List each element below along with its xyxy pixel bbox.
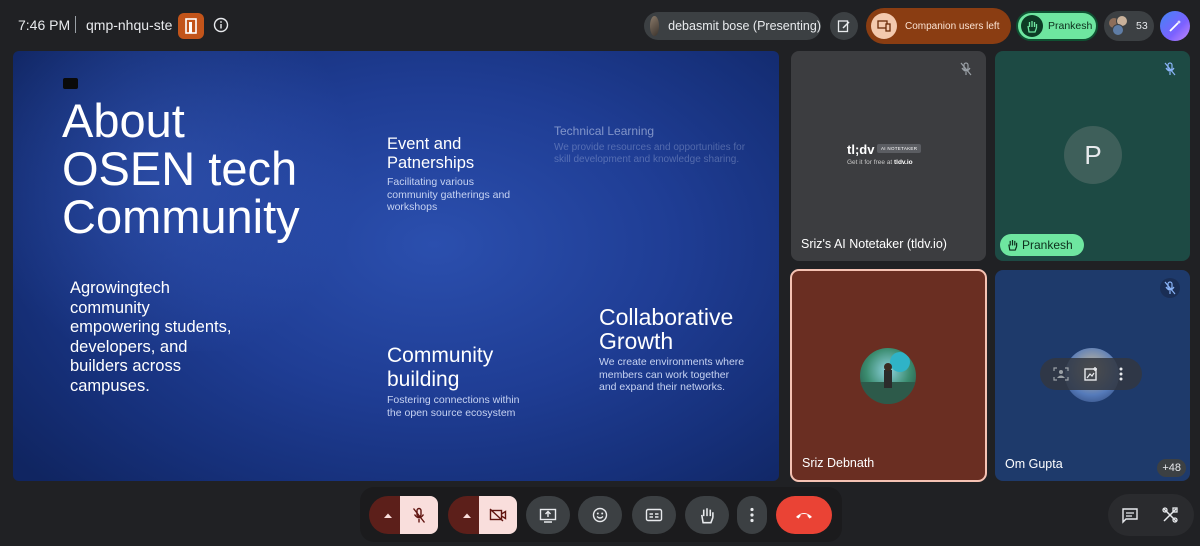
reactions-button[interactable] bbox=[578, 496, 622, 534]
door-icon[interactable] bbox=[178, 13, 204, 39]
participant-count: 53 bbox=[1136, 20, 1148, 32]
pin-tile-icon[interactable] bbox=[1079, 362, 1103, 386]
divider bbox=[75, 16, 76, 33]
more-vert-icon bbox=[750, 507, 754, 523]
info-icon[interactable] bbox=[212, 16, 230, 34]
presenter-label: debasmit bose (Presenting) bbox=[668, 19, 821, 33]
chat-icon[interactable] bbox=[1116, 501, 1144, 529]
activities-icon[interactable] bbox=[1156, 501, 1184, 529]
more-options-icon[interactable] bbox=[1109, 362, 1133, 386]
slide-subtitle: Agrowingtech community empowering studen… bbox=[70, 279, 232, 395]
top-bar: 7:46 PM qmp-nhqu-ste debasmit bose (Pres… bbox=[0, 0, 1200, 50]
tech-learning-body: We provide resources and opportunities f… bbox=[554, 142, 746, 165]
tldv-link[interactable]: tldv.io bbox=[894, 159, 913, 166]
call-controls bbox=[360, 487, 842, 542]
tldv-tagline-prefix: Get it for free at bbox=[847, 159, 893, 166]
more-participants-badge[interactable]: +48 bbox=[1157, 459, 1186, 477]
avatar: P bbox=[1064, 126, 1122, 184]
mic-off-icon bbox=[1160, 59, 1180, 79]
participant-name: Prankesh bbox=[1022, 238, 1073, 252]
gemini-sparkle-icon[interactable] bbox=[1160, 11, 1190, 41]
hand-icon bbox=[1021, 15, 1043, 37]
participant-tile-sriz[interactable]: Sriz Debnath bbox=[790, 269, 987, 482]
presentation-slide: About OSEN tech Community Agrowingtech c… bbox=[13, 51, 779, 481]
tldv-logo: tl;dv bbox=[847, 142, 875, 157]
raised-hand-badge: Prankesh bbox=[1000, 234, 1084, 256]
microphone-toggle-button[interactable] bbox=[400, 496, 438, 534]
participants-button[interactable]: 53 bbox=[1104, 11, 1154, 41]
raise-hand-button[interactable] bbox=[685, 496, 729, 534]
more-options-button[interactable] bbox=[737, 496, 767, 534]
section-heading-growth: Collaborative Growth bbox=[599, 304, 734, 354]
presenter-chip[interactable]: debasmit bose (Presenting) bbox=[644, 12, 821, 40]
raised-hand-chip[interactable]: Prankesh bbox=[1016, 11, 1098, 41]
chevron-up-icon bbox=[463, 513, 471, 518]
participant-tile-prankesh[interactable]: P Prankesh bbox=[995, 51, 1190, 261]
slide-title: About OSEN tech Community bbox=[62, 94, 300, 243]
section-heading-community: Community building bbox=[387, 344, 494, 391]
mic-off-icon bbox=[956, 59, 976, 79]
mic-off-icon bbox=[1160, 278, 1180, 298]
participant-name: Sriz's AI Notetaker (tldv.io) bbox=[801, 237, 947, 251]
companion-label: Companion users left bbox=[905, 20, 1000, 32]
participant-tile-notetaker[interactable]: tl;dv AI NOTETAKER Get it for free at tl… bbox=[791, 51, 986, 261]
companion-users-chip[interactable]: Companion users left bbox=[866, 8, 1011, 44]
participant-tile-om[interactable]: Om Gupta +48 bbox=[995, 270, 1190, 481]
hand-icon bbox=[1008, 239, 1018, 251]
tile-hover-toolbar bbox=[1040, 358, 1142, 390]
hand-icon bbox=[700, 507, 714, 523]
frame-person-icon[interactable] bbox=[1049, 362, 1073, 386]
side-panel-buttons bbox=[1108, 494, 1194, 536]
meet-window: 7:46 PM qmp-nhqu-ste debasmit bose (Pres… bbox=[0, 0, 1200, 546]
clock: 7:46 PM bbox=[18, 17, 71, 33]
devices-icon bbox=[871, 13, 897, 39]
section-body-community: Fostering connections within the open so… bbox=[387, 394, 520, 419]
hand-raised-name: Prankesh bbox=[1048, 20, 1093, 32]
captions-icon bbox=[645, 508, 663, 522]
camera-toggle-button[interactable] bbox=[479, 496, 517, 534]
tech-learning-heading: Technical Learning bbox=[554, 124, 655, 138]
meeting-code[interactable]: qmp-nhqu-ste bbox=[86, 17, 172, 33]
tldv-badge: AI NOTETAKER bbox=[877, 144, 922, 153]
hang-up-icon bbox=[796, 513, 812, 519]
avatar bbox=[650, 16, 660, 36]
present-screen-icon bbox=[539, 508, 557, 523]
captions-button[interactable] bbox=[632, 496, 676, 534]
slide-marker bbox=[63, 78, 78, 89]
mic-off-icon bbox=[412, 507, 426, 523]
participants-icon bbox=[1108, 15, 1130, 37]
section-body-events: Facilitating various community gathering… bbox=[387, 176, 511, 213]
camera-off-icon bbox=[489, 508, 507, 522]
chevron-up-icon bbox=[384, 513, 392, 518]
section-heading-events: Event and Patnerships bbox=[387, 135, 475, 172]
tldv-tagline: Get it for free at tldv.io bbox=[847, 159, 913, 166]
present-screen-button[interactable] bbox=[526, 496, 570, 534]
participant-name: Om Gupta bbox=[1005, 457, 1063, 471]
emoji-icon bbox=[592, 507, 608, 523]
leave-call-button[interactable] bbox=[776, 496, 832, 534]
participant-name: Sriz Debnath bbox=[802, 456, 875, 470]
avatar bbox=[860, 348, 916, 404]
section-body-growth: We create environments where members can… bbox=[599, 356, 745, 393]
edit-note-icon[interactable] bbox=[830, 12, 858, 40]
